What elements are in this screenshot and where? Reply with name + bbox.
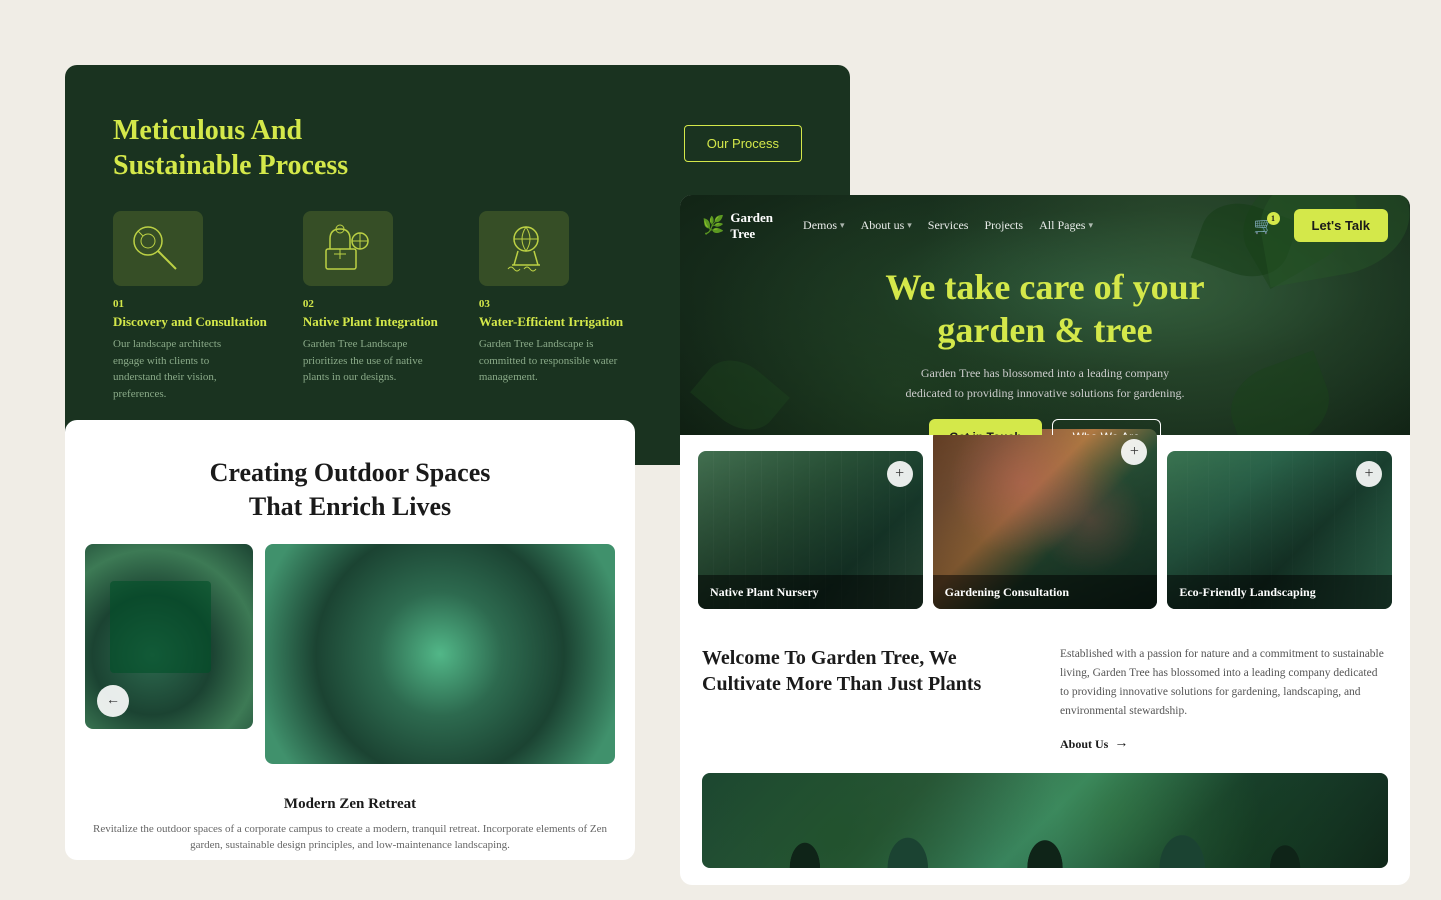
step-1-desc: Our landscape architects engage with cli… [113,336,253,402]
nav-services[interactable]: Services [928,218,969,233]
zen-retreat-description: Revitalize the outdoor spaces of a corpo… [65,817,635,860]
step-1-icon-box [113,211,203,286]
nav-demos-chevron: ▾ [840,220,845,231]
about-desc-col: Established with a passion for nature an… [1060,645,1388,753]
discovery-icon [128,221,188,276]
step-2-desc: Garden Tree Landscape prioritizes the us… [303,336,443,386]
hero-subtitle: Garden Tree has blossomed into a leading… [905,364,1185,402]
navbar: 🌿 Garden Tree Demos ▾ About us ▾ Service… [680,195,1410,256]
bottom-garden-image [702,773,1388,868]
service-3-label-text: Eco-Friendly Landscaping [1179,585,1315,599]
nav-projects[interactable]: Projects [984,218,1023,233]
service-1-label-bar: Native Plant Nursery [698,575,923,609]
hero-buttons: Get in Touch Who We Are [730,419,1360,435]
service-3-label-bar: Eco-Friendly Landscaping [1167,575,1392,609]
about-title: Welcome To Garden Tree, We Cultivate Mor… [702,645,1030,697]
nav-about[interactable]: About us ▾ [861,218,912,233]
our-process-button[interactable]: Our Process [684,125,802,162]
nav-projects-label: Projects [984,218,1023,233]
outdoor-spaces-header: Creating Outdoor Spaces That Enrich Live… [65,420,635,544]
aerial-image-small: ← [85,544,253,729]
about-us-link[interactable]: About Us → [1060,736,1128,752]
step-2-title: Native Plant Integration [303,314,443,330]
about-us-link-text: About Us [1060,737,1108,752]
nav-all-pages-chevron: ▾ [1088,220,1093,231]
process-title: Meticulous And Sustainable Process [113,113,433,183]
service-1-label-text: Native Plant Nursery [710,585,819,599]
outdoor-spaces-card: Creating Outdoor Spaces That Enrich Live… [65,420,635,860]
who-we-are-button[interactable]: Who We Are [1052,419,1161,435]
garden-aerial-bg-2 [265,544,615,764]
step-3-icon-box [479,211,569,286]
logo-icon: 🌿 [702,215,724,236]
cart-badge: 1 [1267,212,1280,225]
step-2: 02 Native Plant Integration Garden Tree … [303,211,443,402]
service-1-plus-button[interactable]: + [887,461,913,487]
logo-line1: Garden [730,210,773,226]
about-us-arrow-icon: → [1114,736,1128,752]
irrigation-icon [494,221,554,276]
aerial-image-large [265,544,615,764]
logo: 🌿 Garden Tree [702,210,773,241]
step-1-title: Discovery and Consultation [113,314,267,330]
cart-icon[interactable]: 🛒 1 [1254,216,1274,236]
prev-arrow-button[interactable]: ← [97,685,129,717]
service-2-label-text: Gardening Consultation [945,585,1069,599]
logo-text: Garden Tree [730,210,773,241]
step-2-num: 02 [303,298,443,310]
nav-demos-label: Demos [803,218,837,233]
outdoor-spaces-title: Creating Outdoor Spaces That Enrich Live… [101,456,599,524]
lets-talk-button[interactable]: Let's Talk [1294,209,1388,242]
outdoor-images-row: ← [65,544,635,784]
about-title-col: Welcome To Garden Tree, We Cultivate Mor… [702,645,1030,753]
step-1: 01 Discovery and Consultation Our landsc… [113,211,267,402]
nav-about-label: About us [861,218,905,233]
nav-services-label: Services [928,218,969,233]
logo-line2: Tree [730,226,773,242]
step-3-desc: Garden Tree Landscape is committed to re… [479,336,619,386]
step-3: 03 Water-Efficient Irrigation Garden Tre… [479,211,623,402]
about-section: Welcome To Garden Tree, We Cultivate Mor… [680,625,1410,773]
step-3-num: 03 [479,298,623,310]
zen-retreat-label: Modern Zen Retreat [65,784,635,817]
service-3-plus-button[interactable]: + [1356,461,1382,487]
nav-demos[interactable]: Demos ▾ [803,218,845,233]
service-2-label-bar: Gardening Consultation [933,575,1158,609]
front-card: 🌿 Garden Tree Demos ▾ About us ▾ Service… [680,195,1410,885]
service-card-gardening: + Gardening Consultation [933,429,1158,609]
hero-section: 🌿 Garden Tree Demos ▾ About us ▾ Service… [680,195,1410,435]
nav-about-chevron: ▾ [907,220,912,231]
step-3-title: Water-Efficient Irrigation [479,314,623,330]
hero-content: We take care of your garden & tree Garde… [680,256,1410,435]
services-section: + Native Plant Nursery + Gardening Consu… [680,435,1410,625]
about-description: Established with a passion for nature an… [1060,645,1388,721]
nav-all-pages-label: All Pages [1039,218,1085,233]
get-in-touch-button[interactable]: Get in Touch [929,419,1041,435]
step-2-icon-box [303,211,393,286]
hero-title: We take care of your garden & tree [730,266,1360,352]
nav-links: Demos ▾ About us ▾ Services Projects All… [803,218,1234,233]
service-card-eco-landscaping: + Eco-Friendly Landscaping [1167,451,1392,609]
step-1-num: 01 [113,298,267,310]
service-card-native-plant: + Native Plant Nursery [698,451,923,609]
nav-all-pages[interactable]: All Pages ▾ [1039,218,1093,233]
plant-integration-icon [318,221,378,276]
